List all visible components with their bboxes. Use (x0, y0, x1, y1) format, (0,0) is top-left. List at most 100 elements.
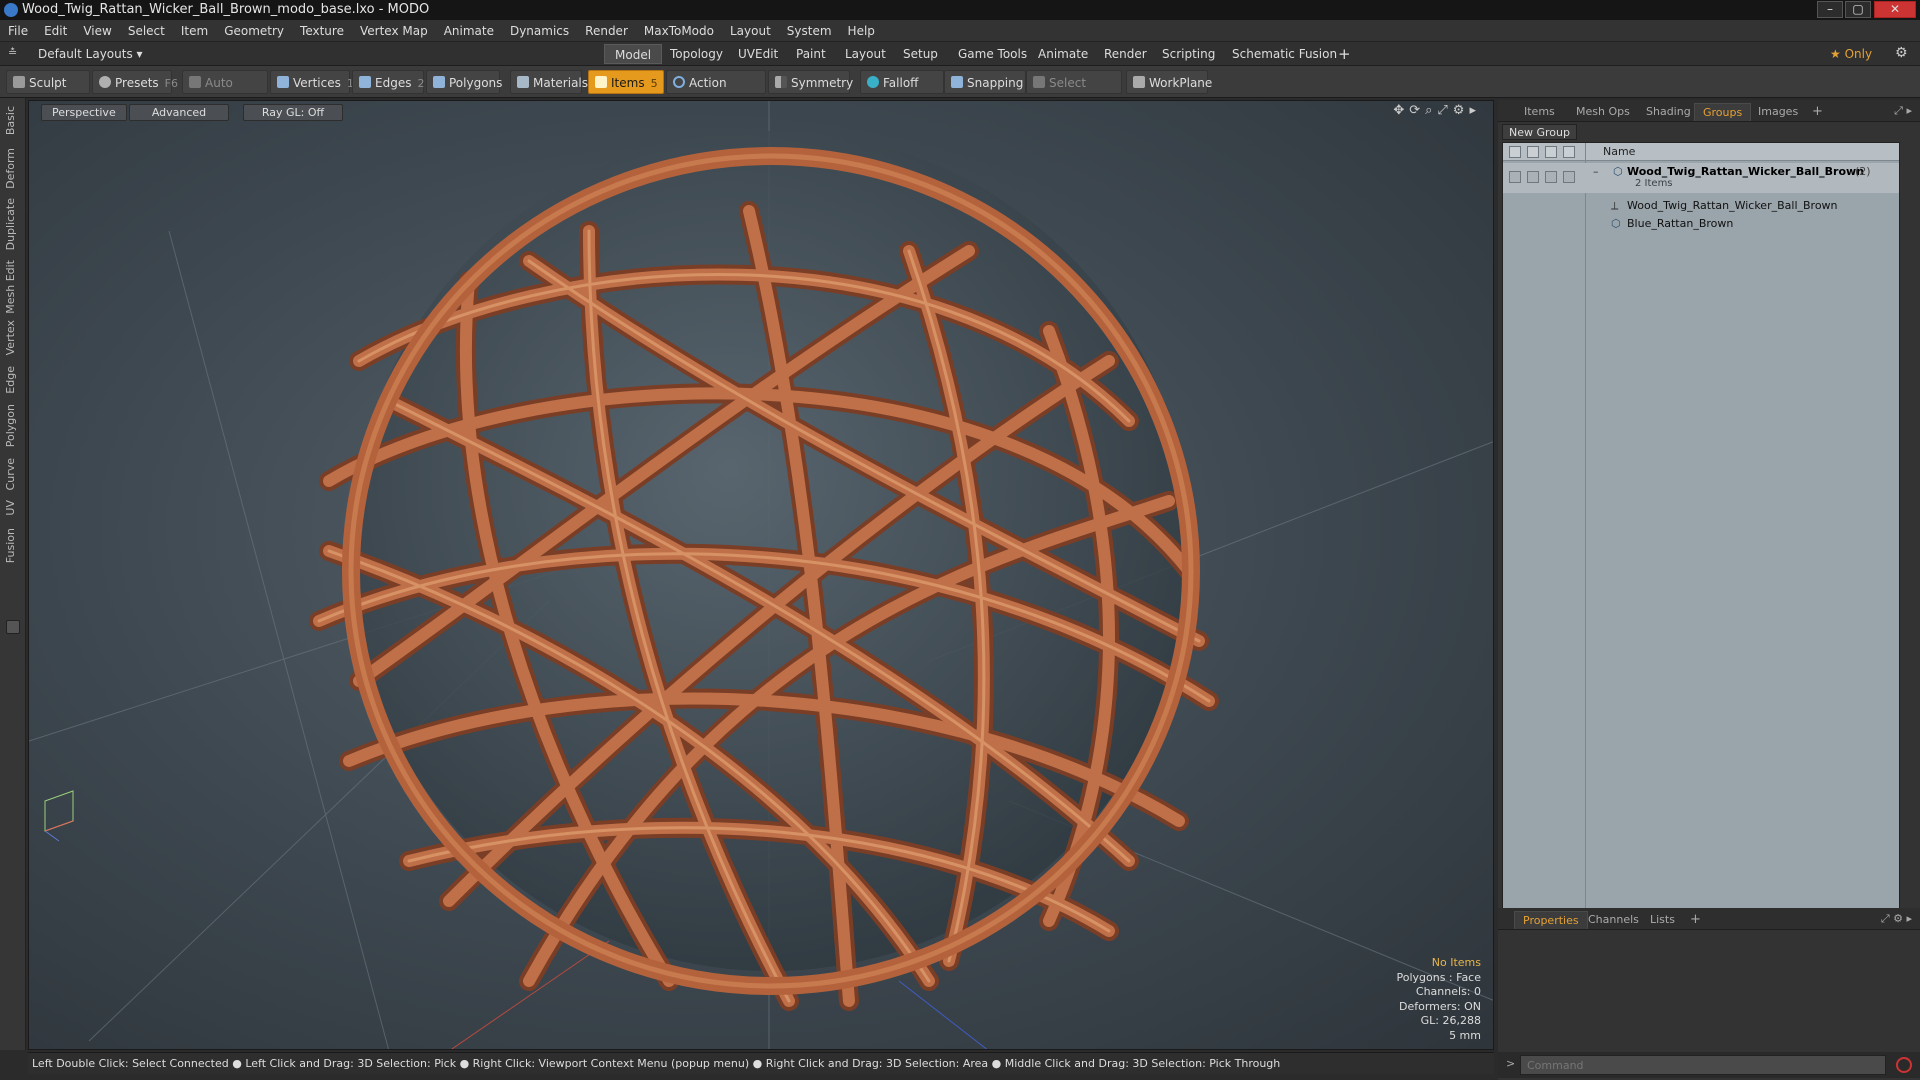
vtab-uv[interactable]: UV (4, 500, 22, 516)
render-column-icon[interactable] (1527, 146, 1539, 158)
auto-select-icon (189, 76, 201, 88)
group-item-count: 2 Items (1635, 178, 1673, 189)
tool-palette-icon[interactable] (6, 620, 20, 634)
tab-lists[interactable]: Lists (1642, 911, 1683, 929)
workplane-button[interactable]: WorkPlane (1126, 70, 1212, 94)
menu-render[interactable]: Render (577, 20, 636, 42)
auto-select-button[interactable]: Auto Select (182, 70, 268, 114)
tab-scripting[interactable]: Scripting (1152, 44, 1225, 64)
layout-menu-icon[interactable]: ≛ (8, 46, 18, 59)
only-toggle[interactable]: ★ Only (1820, 44, 1882, 64)
tab-game-tools[interactable]: Game Tools (948, 44, 1037, 64)
vtab-fusion[interactable]: Fusion (4, 528, 22, 563)
tab-uvedit[interactable]: UVEdit (728, 44, 788, 64)
tab-setup[interactable]: Setup (893, 44, 948, 64)
bottom-panel-options-icon[interactable]: ⤢ ⚙ ▸ (1881, 912, 1912, 926)
tab-images[interactable]: Images (1750, 103, 1806, 121)
command-input[interactable] (1520, 1055, 1886, 1075)
vtab-polygon[interactable]: Polygon (4, 404, 22, 447)
close-button[interactable]: ✕ (1874, 1, 1916, 18)
tab-items[interactable]: Items (1516, 103, 1563, 121)
collapse-arrow-icon[interactable]: – (1593, 163, 1599, 181)
menu-maxtomodo[interactable]: MaxToModo (636, 20, 722, 42)
symmetry-button[interactable]: Symmetry (768, 70, 854, 94)
name-column-header: Name (1603, 145, 1636, 158)
tab-shading[interactable]: Shading (1638, 103, 1699, 121)
menu-select[interactable]: Select (120, 20, 173, 42)
tab-paint[interactable]: Paint (786, 44, 836, 64)
edges-hotkey: 2 (417, 77, 425, 90)
default-layouts-dropdown[interactable]: Default Layouts ▾ (38, 44, 143, 64)
tab-animate[interactable]: Animate (1028, 44, 1098, 64)
items-label: Items (611, 76, 645, 90)
command-chevron-icon: > (1506, 1057, 1516, 1070)
presets-button[interactable]: Presets F6 (92, 70, 178, 94)
menu-help[interactable]: Help (840, 20, 883, 42)
expand-panel-icon[interactable]: ⤢ ▸ (1894, 104, 1912, 118)
column-divider (1585, 143, 1586, 999)
edges-button[interactable]: Edges 2 (352, 70, 424, 94)
new-group-button[interactable]: New Group (1502, 124, 1577, 140)
group-visibility-toggle[interactable] (1509, 171, 1521, 183)
select-column-icon[interactable] (1563, 146, 1575, 158)
menu-view[interactable]: View (75, 20, 119, 42)
action-center-button[interactable]: Action Center (666, 70, 766, 114)
menu-layout[interactable]: Layout (722, 20, 779, 42)
wicker-ball-model[interactable] (309, 131, 1219, 1011)
vtab-deform[interactable]: Deform (4, 148, 22, 189)
menu-system[interactable]: System (779, 20, 840, 42)
group-row[interactable]: – ⬡ Wood_Twig_Rattan_Wicker_Ball_Brown (… (1503, 163, 1899, 193)
vtab-curve[interactable]: Curve (4, 458, 22, 490)
tab-topology[interactable]: Topology (660, 44, 733, 64)
minimize-button[interactable]: – (1817, 1, 1843, 18)
command-stop-icon[interactable] (1896, 1057, 1912, 1073)
polygons-icon (433, 76, 445, 88)
snapping-icon (951, 76, 963, 88)
add-panel-tab-button[interactable]: + (1804, 103, 1831, 121)
list-item[interactable]: ⬡ Blue_Rattan_Brown (1503, 215, 1899, 233)
items-button[interactable]: Items 5 (588, 70, 664, 94)
maximize-button[interactable]: ▢ (1845, 1, 1871, 18)
tab-render[interactable]: Render (1094, 44, 1157, 64)
bottom-panel-tabs: Properties Channels Lists + ⤢ ⚙ ▸ (1498, 908, 1920, 930)
gear-icon[interactable]: ⚙ (1895, 45, 1908, 61)
list-item[interactable]: ⟂ Wood_Twig_Rattan_Wicker_Ball_Brown (1503, 197, 1899, 215)
tab-mesh-ops[interactable]: Mesh Ops (1568, 103, 1638, 121)
menu-item[interactable]: Item (173, 20, 216, 42)
snapping-button[interactable]: Snapping (944, 70, 1026, 94)
menu-animate[interactable]: Animate (436, 20, 502, 42)
menu-edit[interactable]: Edit (36, 20, 75, 42)
menu-vertex-map[interactable]: Vertex Map (352, 20, 436, 42)
polygons-button[interactable]: Polygons (426, 70, 502, 94)
vtab-duplicate[interactable]: Duplicate (4, 198, 22, 250)
group-select-toggle[interactable] (1563, 171, 1575, 183)
tab-groups[interactable]: Groups (1694, 103, 1752, 121)
vertices-button[interactable]: Vertices 1 (270, 70, 354, 94)
group-lock-toggle[interactable] (1545, 171, 1557, 183)
tab-channels[interactable]: Channels (1580, 911, 1647, 929)
sculpt-button[interactable]: Sculpt (6, 70, 90, 94)
select-through-button[interactable]: Select Through (1026, 70, 1122, 114)
menu-geometry[interactable]: Geometry (216, 20, 292, 42)
group-render-toggle[interactable] (1527, 171, 1539, 183)
3d-viewport[interactable]: Perspective Advanced Ray GL: Off ✥⟳⌕⤢⚙▸ (28, 100, 1494, 1050)
vtab-vertex[interactable]: Vertex (4, 320, 22, 355)
add-bottom-tab-button[interactable]: + (1682, 911, 1709, 929)
presets-hotkey: F6 (164, 77, 178, 90)
symmetry-label: Symmetry (791, 76, 854, 90)
tab-layout[interactable]: Layout (835, 44, 896, 64)
menu-texture[interactable]: Texture (292, 20, 352, 42)
menu-dynamics[interactable]: Dynamics (502, 20, 577, 42)
vtab-basic[interactable]: Basic (4, 106, 22, 135)
add-layout-tab-button[interactable]: + (1328, 44, 1361, 64)
materials-button[interactable]: Materials (510, 70, 588, 94)
visibility-column-icon[interactable] (1509, 146, 1521, 158)
tab-properties[interactable]: Properties (1514, 911, 1588, 929)
vtab-mesh-edit[interactable]: Mesh Edit (4, 260, 22, 314)
tab-model[interactable]: Model (604, 44, 663, 64)
falloff-button[interactable]: Falloff (860, 70, 944, 94)
lock-column-icon[interactable] (1545, 146, 1557, 158)
vtab-edge[interactable]: Edge (4, 366, 22, 394)
menu-file[interactable]: File (0, 20, 36, 42)
list-item-label: Blue_Rattan_Brown (1627, 217, 1734, 230)
